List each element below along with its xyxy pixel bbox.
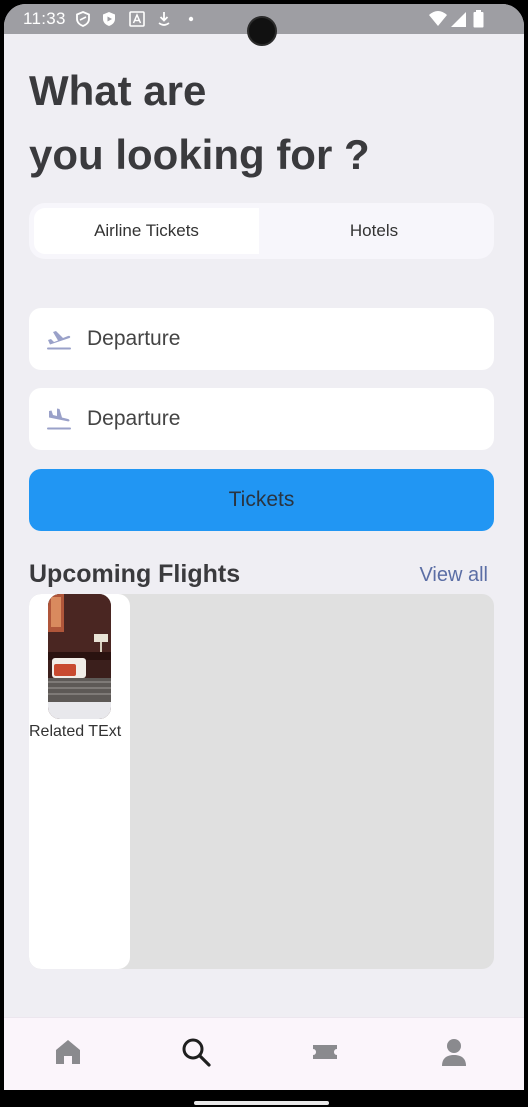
search-type-segmented-control: Airline Tickets Hotels [29, 203, 494, 259]
upcoming-flights-list[interactable]: Related TExt [29, 594, 494, 969]
shield-icon [76, 11, 90, 27]
home-icon[interactable] [52, 1036, 84, 1068]
tab-hotels[interactable]: Hotels [259, 208, 489, 254]
airplane-takeoff-icon [47, 331, 71, 350]
title-line-1: What are [29, 67, 207, 114]
home-indicator[interactable] [194, 1101, 329, 1105]
flight-card[interactable]: Related TExt [29, 594, 130, 969]
title-line-2: you looking for ? [29, 131, 370, 178]
signal-icon [451, 12, 466, 27]
page-title: What are you looking for ? [29, 59, 370, 187]
status-time: 11:33 [23, 9, 66, 28]
hotel-room-image [48, 594, 111, 719]
person-icon[interactable] [438, 1036, 470, 1068]
departure-field-label: Departure [87, 327, 181, 350]
download-icon [158, 12, 170, 26]
view-all-link[interactable]: View all [419, 564, 488, 587]
tickets-button[interactable]: Tickets [29, 469, 494, 531]
departure-field[interactable]: Departure [29, 308, 494, 370]
hotel-room-photo [48, 594, 111, 719]
airplane-landing-icon [47, 408, 71, 430]
arrival-field-label: Departure [87, 407, 181, 430]
camera-cutout [247, 16, 277, 46]
bottom-navigation [4, 1017, 524, 1090]
font-a-icon [129, 11, 145, 27]
play-shield-icon [103, 12, 115, 26]
upcoming-flights-heading: Upcoming Flights [29, 560, 241, 588]
battery-icon [473, 10, 484, 28]
arrival-field[interactable]: Departure [29, 388, 494, 450]
app-screen: 11:33 What are you looking for ? Airline… [4, 4, 524, 1090]
dot-icon [188, 16, 194, 22]
flight-card-label: Related TExt [29, 723, 122, 740]
wifi-icon [429, 11, 447, 26]
search-icon[interactable] [180, 1036, 212, 1068]
ticket-icon[interactable] [309, 1036, 341, 1068]
tab-airline-tickets[interactable]: Airline Tickets [34, 208, 259, 254]
